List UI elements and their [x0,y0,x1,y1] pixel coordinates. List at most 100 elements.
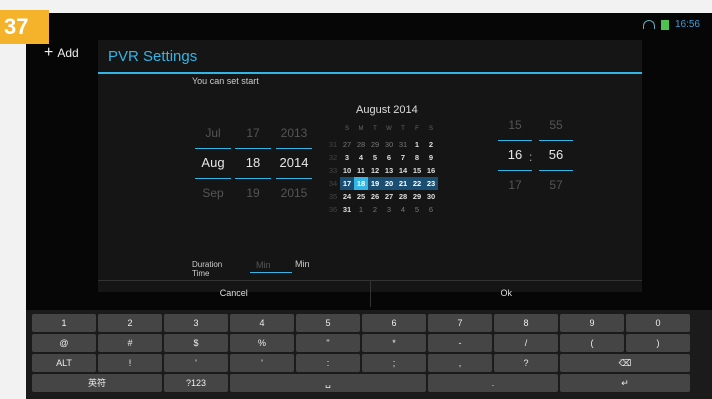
month-selected[interactable]: Aug [195,148,231,178]
key[interactable]: ' [164,354,228,372]
calendar-day[interactable]: 12 [368,164,382,177]
calendar-day[interactable]: 11 [354,164,368,177]
key[interactable]: 英符 [32,374,162,392]
calendar-day[interactable]: 13 [382,164,396,177]
calendar-day[interactable]: 24 [340,190,354,203]
key[interactable]: ? [494,354,558,372]
key[interactable]: ! [98,354,162,372]
calendar-day[interactable]: 28 [396,190,410,203]
duration-input[interactable]: Min [250,260,292,273]
hour-next[interactable]: 17 [498,170,532,200]
calendar-day[interactable]: 5 [410,203,424,216]
key[interactable]: . [428,374,558,392]
hour-spinner[interactable]: 15 16 17 [498,110,532,200]
calendar-day[interactable]: 3 [340,151,354,164]
key[interactable]: % [230,334,294,352]
key[interactable]: ↵ [560,374,690,392]
calendar-day[interactable]: 3 [382,203,396,216]
key[interactable]: 5 [296,314,360,332]
calendar-day[interactable]: 17 [340,177,354,190]
ok-button[interactable]: Ok [371,281,643,307]
hour-prev[interactable]: 15 [498,110,532,140]
calendar-day[interactable]: 31 [396,138,410,151]
calendar-day[interactable]: 4 [396,203,410,216]
calendar-day[interactable]: 25 [354,190,368,203]
calendar-day[interactable]: 19 [368,177,382,190]
calendar-day[interactable]: 27 [382,190,396,203]
minute-next[interactable]: 57 [539,170,573,200]
key[interactable]: 8 [494,314,558,332]
hour-selected[interactable]: 16 [498,140,532,170]
key[interactable]: 7 [428,314,492,332]
key[interactable]: : [296,354,360,372]
calendar-day[interactable]: 4 [354,151,368,164]
key[interactable]: 6 [362,314,426,332]
key[interactable]: * [362,334,426,352]
calendar-day[interactable]: 31 [340,203,354,216]
calendar-day[interactable]: 30 [424,190,438,203]
key[interactable]: ; [362,354,426,372]
key[interactable]: / [494,334,558,352]
calendar-day[interactable]: 16 [424,164,438,177]
minute-prev[interactable]: 55 [539,110,573,140]
key[interactable]: , [428,354,492,372]
calendar-day[interactable]: 2 [424,138,438,151]
key[interactable]: 4 [230,314,294,332]
key[interactable]: 1 [32,314,96,332]
key[interactable]: ALT [32,354,96,372]
key[interactable]: ?123 [164,374,228,392]
key[interactable]: 9 [560,314,624,332]
calendar-day[interactable]: 6 [424,203,438,216]
year-selected[interactable]: 2014 [276,148,312,178]
month-next[interactable]: Sep [195,178,231,208]
delete-key[interactable]: ⌫ DEL [560,354,690,372]
calendar-day[interactable]: 8 [410,151,424,164]
day-selected[interactable]: 18 [235,148,271,178]
day-prev[interactable]: 17 [235,118,271,148]
cancel-button[interactable]: Cancel [98,281,371,307]
calendar-day[interactable]: 29 [368,138,382,151]
calendar-day[interactable]: 14 [396,164,410,177]
calendar-day[interactable]: 26 [368,190,382,203]
calendar-day[interactable]: 28 [354,138,368,151]
calendar-day[interactable]: 23 [424,177,438,190]
calendar-day[interactable]: 15 [410,164,424,177]
key[interactable]: ␣ [230,374,426,392]
key[interactable]: $ [164,334,228,352]
calendar-day[interactable]: 22 [410,177,424,190]
key[interactable]: @ [32,334,96,352]
calendar-day[interactable]: 29 [410,190,424,203]
year-spinner[interactable]: 2013 2014 2015 [276,118,312,208]
calendar-day[interactable]: 18 [354,177,368,190]
month-spinner[interactable]: Jul Aug Sep [195,118,231,208]
day-spinner[interactable]: 17 18 19 [235,118,271,208]
key[interactable]: ' [230,354,294,372]
calendar-day[interactable]: 1 [410,138,424,151]
minute-spinner[interactable]: 55 56 57 [539,110,573,200]
key[interactable]: 3 [164,314,228,332]
key[interactable]: 0 [626,314,690,332]
key[interactable]: ) [626,334,690,352]
day-next[interactable]: 19 [235,178,271,208]
key[interactable]: - [428,334,492,352]
year-next[interactable]: 2015 [276,178,312,208]
calendar-day[interactable]: 6 [382,151,396,164]
key[interactable]: " [296,334,360,352]
add-button[interactable]: + Add [44,45,79,61]
calendar-day[interactable]: 20 [382,177,396,190]
calendar-day[interactable]: 10 [340,164,354,177]
key[interactable]: 2 [98,314,162,332]
calendar-day[interactable]: 5 [368,151,382,164]
key[interactable]: # [98,334,162,352]
year-prev[interactable]: 2013 [276,118,312,148]
minute-selected[interactable]: 56 [539,140,573,170]
calendar-day[interactable]: 21 [396,177,410,190]
key[interactable]: ( [560,334,624,352]
calendar-day[interactable]: 2 [368,203,382,216]
calendar-day[interactable]: 1 [354,203,368,216]
calendar-day[interactable]: 30 [382,138,396,151]
calendar-day[interactable]: 27 [340,138,354,151]
calendar-day[interactable]: 9 [424,151,438,164]
month-prev[interactable]: Jul [195,118,231,148]
calendar-day[interactable]: 7 [396,151,410,164]
